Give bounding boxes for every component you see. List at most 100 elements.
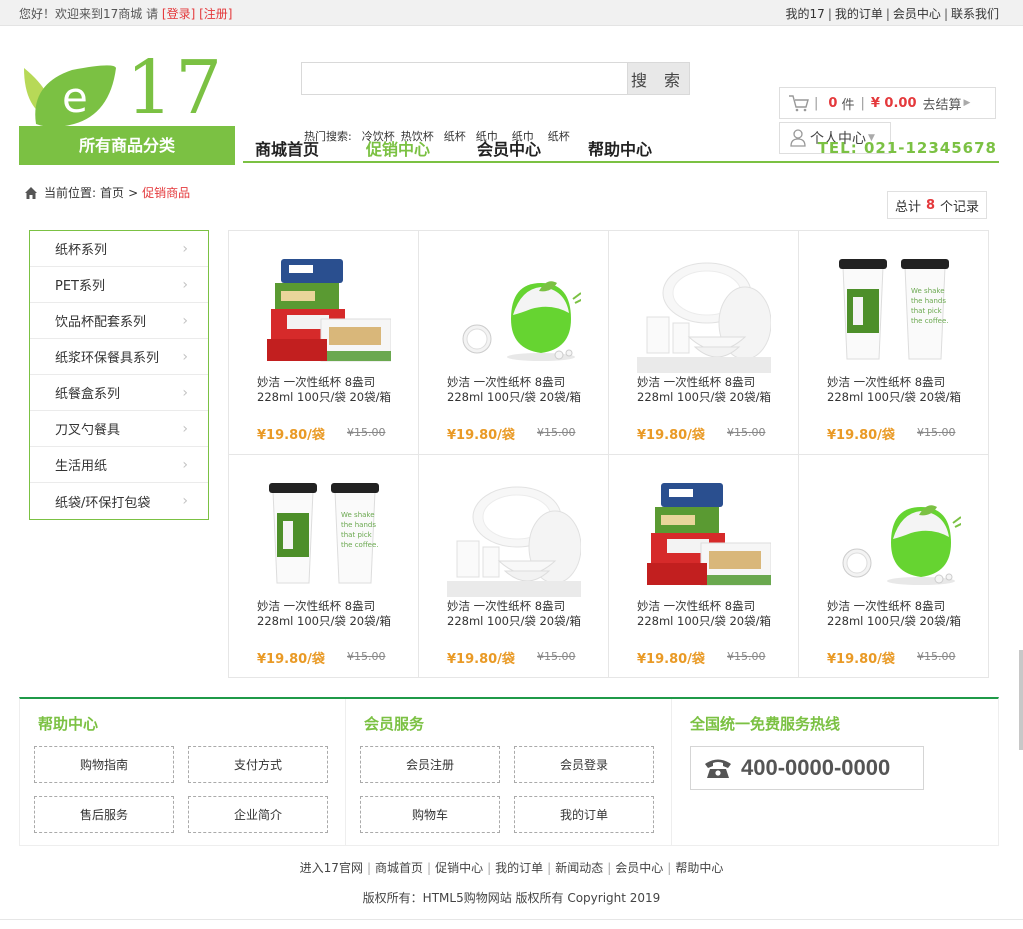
login-link[interactable]: [登录] [162, 7, 195, 21]
cart-count: 0 [828, 95, 838, 111]
breadcrumb-separator: > [128, 185, 139, 200]
logo-number: 17 [126, 45, 225, 131]
footer-help-button[interactable]: 支付方式 [188, 746, 328, 783]
nav-item-promotions[interactable]: 促销中心 [366, 136, 430, 160]
product-card[interactable]: 妙洁 一次性纸杯 8盎司228ml 100只/袋 20袋/箱 ¥19.80/袋 … [799, 455, 989, 678]
product-card[interactable]: 妙洁 一次性纸杯 8盎司228ml 100只/袋 20袋/箱 ¥19.80/袋 … [609, 455, 799, 678]
product-old-price: ¥15.00 [727, 650, 766, 663]
cart-price: ¥ 0.00 [870, 95, 917, 111]
footer-help-button[interactable]: 购物指南 [34, 746, 174, 783]
sidebar-item[interactable]: 纸杯系列 › [30, 231, 208, 267]
svg-text:We shake: We shake [341, 511, 375, 519]
sidebar-item[interactable]: 纸餐盒系列 › [30, 375, 208, 411]
scrollbar-thumb[interactable] [1019, 650, 1023, 750]
svg-text:We shake: We shake [911, 287, 945, 295]
product-price: ¥19.80/袋 [447, 428, 515, 443]
register-link[interactable]: [注册] [199, 7, 232, 21]
top-links: 我的17 | 我的订单 | 会员中心 | 联系我们 [785, 6, 999, 21]
top-link-my17[interactable]: 我的17 [786, 7, 825, 21]
top-link-member-center[interactable]: 会员中心 [893, 7, 941, 21]
product-card[interactable]: 妙洁 一次性纸杯 8盎司228ml 100只/袋 20袋/箱 ¥19.80/袋 … [229, 231, 419, 455]
search-button[interactable]: 搜 索 [627, 62, 690, 95]
product-name[interactable]: 妙洁 一次性纸杯 8盎司228ml 100只/袋 20袋/箱 [827, 375, 967, 405]
chevron-right-icon: › [182, 240, 188, 257]
footer-link[interactable]: 促销中心 [435, 861, 483, 875]
product-price: ¥19.80/袋 [447, 652, 515, 667]
category-sidebar: 纸杯系列 › PET系列 › 饮品杯配套系列 › 纸浆环保餐具系列 › 纸餐盒系列 › 刀… [29, 230, 209, 520]
product-old-price: ¥15.00 [727, 426, 766, 439]
footer-hotline-column: 全国统一免费服务热线 400-0000-0000 [672, 699, 998, 846]
footer-link[interactable]: 商城首页 [375, 861, 423, 875]
cart-summary[interactable]: | 0 件 | ¥ 0.00 去结算 ▶ [779, 87, 996, 119]
header: e 17 搜 索 热门搜索: 冷饮杯 热饮杯 纸杯 纸巾 纸巾 纸杯 | 0 件… [0, 26, 1023, 154]
nav-menu: 商城首页 促销中心 会员中心 帮助中心 TEL: 021-12345678 [243, 126, 999, 163]
search-input[interactable] [301, 62, 627, 95]
footer-member-column: 会员服务 会员注册 会员登录 购物车 我的订单 [346, 699, 672, 846]
footer-help-title: 帮助中心 [38, 715, 99, 733]
footer-help-column: 帮助中心 购物指南 支付方式 售后服务 企业简介 [20, 699, 346, 846]
product-name[interactable]: 妙洁 一次性纸杯 8盎司228ml 100只/袋 20袋/箱 [637, 375, 777, 405]
sidebar-item[interactable]: 纸袋/环保打包袋 › [30, 483, 208, 519]
footer-member-button[interactable]: 我的订单 [514, 796, 654, 833]
sidebar-item[interactable]: 饮品杯配套系列 › [30, 303, 208, 339]
product-card[interactable]: 妙洁 一次性纸杯 8盎司228ml 100只/袋 20袋/箱 ¥19.80/袋 … [609, 231, 799, 455]
footer-member-button[interactable]: 会员注册 [360, 746, 500, 783]
hotline-box: 400-0000-0000 [690, 746, 924, 790]
footer-link[interactable]: 帮助中心 [675, 861, 723, 875]
product-old-price: ¥15.00 [347, 650, 386, 663]
nav-item-help-center[interactable]: 帮助中心 [588, 136, 652, 160]
breadcrumb-home[interactable]: 首页 [100, 184, 124, 201]
checkout-link[interactable]: 去结算 [923, 94, 962, 113]
footer-link[interactable]: 新闻动态 [555, 861, 603, 875]
product-image[interactable] [447, 477, 581, 597]
product-image[interactable] [827, 477, 961, 597]
total-records: 总计 8 个记录 [887, 191, 987, 219]
footer-member-button[interactable]: 购物车 [360, 796, 500, 833]
footer-link[interactable]: 我的订单 [495, 861, 543, 875]
footer-help-button[interactable]: 企业简介 [188, 796, 328, 833]
product-card[interactable]: We shake the hands that pick the coffee.… [229, 455, 419, 678]
product-name[interactable]: 妙洁 一次性纸杯 8盎司228ml 100只/袋 20袋/箱 [447, 599, 587, 629]
sidebar-item[interactable]: PET系列 › [30, 267, 208, 303]
chevron-right-icon: › [182, 456, 188, 473]
welcome-text: 您好！欢迎来到17商城 请 [19, 6, 159, 21]
product-name[interactable]: 妙洁 一次性纸杯 8盎司228ml 100只/袋 20袋/箱 [257, 375, 397, 405]
product-card[interactable]: 妙洁 一次性纸杯 8盎司228ml 100只/袋 20袋/箱 ¥19.80/袋 … [419, 455, 609, 678]
top-link-my-orders[interactable]: 我的订单 [835, 7, 883, 21]
product-image[interactable] [257, 253, 391, 373]
product-image[interactable] [447, 253, 581, 373]
product-name[interactable]: 妙洁 一次性纸杯 8盎司228ml 100只/袋 20袋/箱 [257, 599, 397, 629]
sidebar-item[interactable]: 纸浆环保餐具系列 › [30, 339, 208, 375]
cart-icon [789, 95, 809, 112]
product-card[interactable]: 妙洁 一次性纸杯 8盎司228ml 100只/袋 20袋/箱 ¥19.80/袋 … [419, 231, 609, 455]
product-price: ¥19.80/袋 [637, 652, 705, 667]
footer-help-button[interactable]: 售后服务 [34, 796, 174, 833]
product-name[interactable]: 妙洁 一次性纸杯 8盎司228ml 100只/袋 20袋/箱 [447, 375, 587, 405]
product-image[interactable] [637, 253, 771, 373]
product-image[interactable]: We shake the hands that pick the coffee. [827, 253, 961, 373]
product-name[interactable]: 妙洁 一次性纸杯 8盎司228ml 100只/袋 20袋/箱 [827, 599, 967, 629]
product-image[interactable]: We shake the hands that pick the coffee. [257, 477, 391, 597]
product-price: ¥19.80/袋 [637, 428, 705, 443]
footer-link[interactable]: 会员中心 [615, 861, 663, 875]
product-card[interactable]: We shake the hands that pick the coffee.… [799, 231, 989, 455]
chevron-right-icon: › [182, 384, 188, 401]
logo-letter: e [62, 73, 88, 122]
logo[interactable]: e 17 [22, 45, 222, 138]
product-image[interactable] [637, 477, 771, 597]
svg-text:the coffee.: the coffee. [341, 541, 379, 549]
nav-item-home[interactable]: 商城首页 [255, 136, 319, 160]
home-icon [25, 186, 37, 199]
nav-item-member-center[interactable]: 会员中心 [477, 136, 541, 160]
product-old-price: ¥15.00 [917, 650, 956, 663]
footer-link[interactable]: 进入17官网 [300, 861, 363, 875]
all-categories-button[interactable]: 所有商品分类 [19, 126, 235, 165]
sidebar-item[interactable]: 刀叉勺餐具 › [30, 411, 208, 447]
sidebar-item[interactable]: 生活用纸 › [30, 447, 208, 483]
footer-member-title: 会员服务 [364, 715, 425, 733]
main-nav: 所有商品分类 商城首页 促销中心 会员中心 帮助中心 TEL: 021-1234… [19, 126, 999, 165]
footer-member-button[interactable]: 会员登录 [514, 746, 654, 783]
chevron-right-icon: › [182, 348, 188, 365]
top-link-contact[interactable]: 联系我们 [951, 7, 999, 21]
product-name[interactable]: 妙洁 一次性纸杯 8盎司228ml 100只/袋 20袋/箱 [637, 599, 777, 629]
